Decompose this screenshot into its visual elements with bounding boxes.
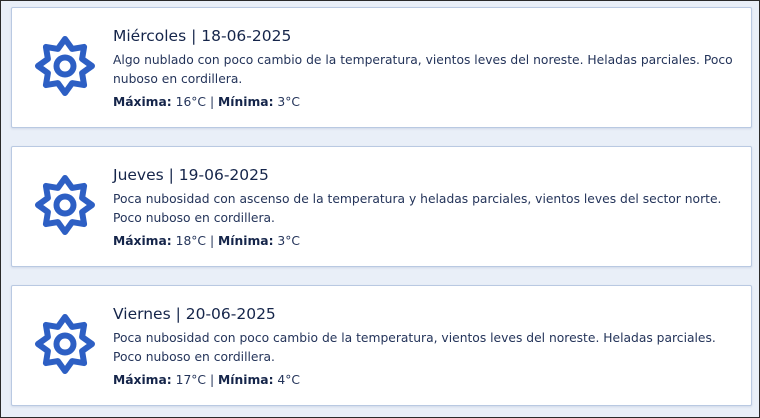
min-value: 3°C <box>277 234 300 248</box>
temp-separator: | <box>209 234 215 248</box>
max-value: 16°C <box>175 95 207 109</box>
forecast-description: Algo nublado con poco cambio de la tempe… <box>113 53 733 86</box>
temp-separator: | <box>209 373 215 387</box>
min-value: 3°C <box>277 95 300 109</box>
forecast-card: Viernes | 20-06-2025 Poca nubosidad con … <box>11 285 752 406</box>
max-label: Máxima: <box>113 373 172 387</box>
max-label: Máxima: <box>113 95 172 109</box>
forecast-card: Miércoles | 18-06-2025 Algo nublado con … <box>11 7 752 128</box>
min-label: Mínima: <box>218 373 274 387</box>
min-label: Mínima: <box>218 234 274 248</box>
sun-icon <box>29 308 101 380</box>
temperature-range: Máxima: 18°C | Mínima: 3°C <box>113 232 741 250</box>
forecast-title: Viernes | 20-06-2025 <box>113 305 276 323</box>
temp-separator: | <box>209 95 215 109</box>
temperature-range: Máxima: 16°C | Mínima: 3°C <box>113 93 741 111</box>
forecast-description: Poca nubosidad con ascenso de la tempera… <box>113 192 722 225</box>
temperature-range: Máxima: 17°C | Mínima: 4°C <box>113 371 741 389</box>
min-value: 4°C <box>277 373 300 387</box>
forecast-title: Jueves | 19-06-2025 <box>113 166 269 184</box>
forecast-description: Poca nubosidad con poco cambio de la tem… <box>113 331 716 364</box>
max-value: 18°C <box>175 234 207 248</box>
forecast-panel: Miércoles | 18-06-2025 Algo nublado con … <box>0 0 760 418</box>
max-value: 17°C <box>175 373 207 387</box>
sun-icon <box>29 169 101 241</box>
forecast-title: Miércoles | 18-06-2025 <box>113 27 292 45</box>
min-label: Mínima: <box>218 95 274 109</box>
max-label: Máxima: <box>113 234 172 248</box>
sun-icon <box>29 30 101 102</box>
forecast-card: Jueves | 19-06-2025 Poca nubosidad con a… <box>11 146 752 267</box>
